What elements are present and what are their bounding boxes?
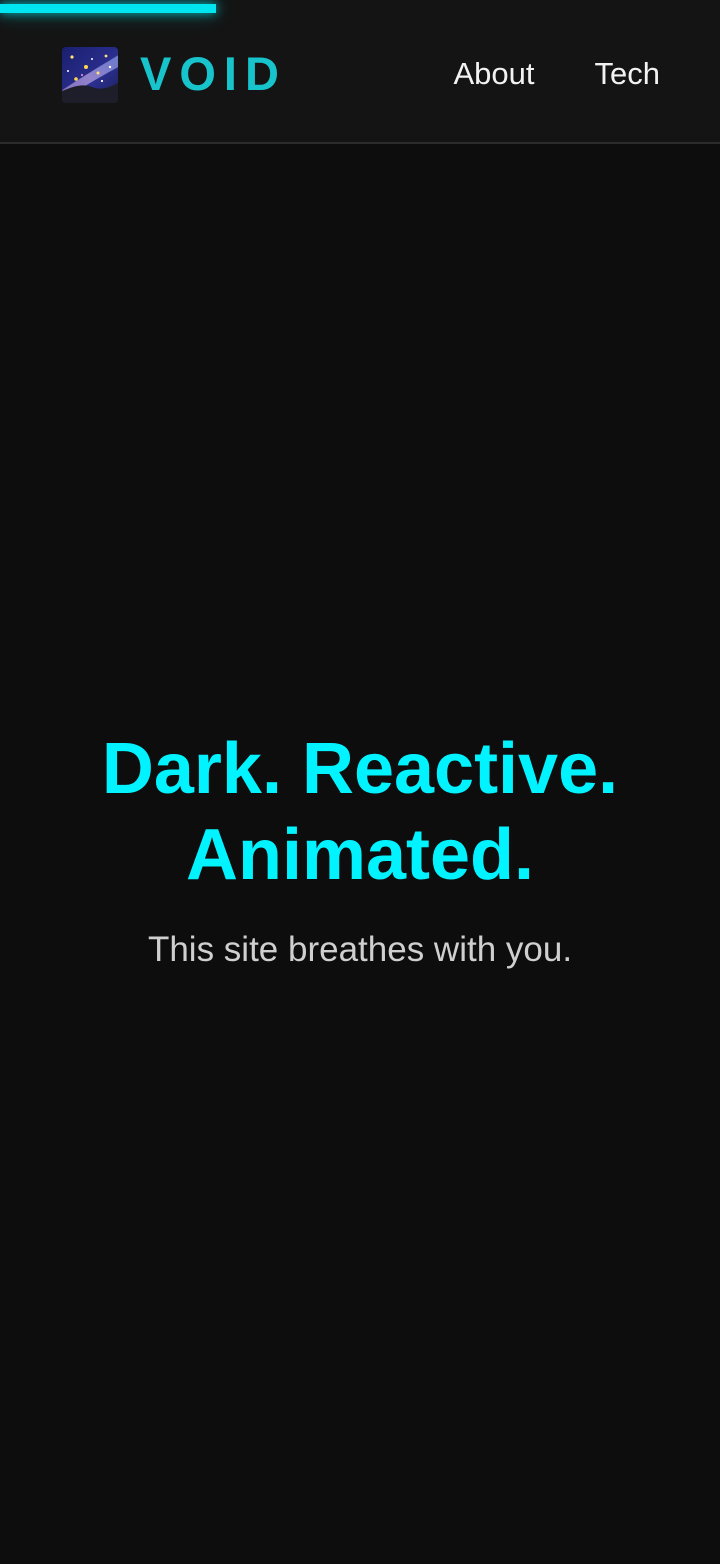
nav-link-about[interactable]: About xyxy=(454,52,535,96)
galaxy-icon[interactable] xyxy=(62,47,118,103)
scroll-progress-fill xyxy=(0,4,216,13)
main-content: Dark. Reactive. Animated. This site brea… xyxy=(0,144,720,1564)
hero-title: Dark. Reactive. Animated. xyxy=(0,726,720,898)
hero-section: Dark. Reactive. Animated. This site brea… xyxy=(0,726,720,972)
hero-subtitle: This site breathes with you. xyxy=(147,930,573,969)
site-header: VOID About Tech xyxy=(0,0,720,144)
hero-title-line-1: Dark. Reactive. xyxy=(101,729,619,809)
site-brand[interactable]: VOID xyxy=(140,46,287,102)
nav-link-tech[interactable]: Tech xyxy=(595,52,660,96)
main-nav: About Tech xyxy=(454,52,661,96)
scroll-progress-bar xyxy=(0,0,720,14)
hero-title-line-2: Animated. xyxy=(185,815,535,895)
